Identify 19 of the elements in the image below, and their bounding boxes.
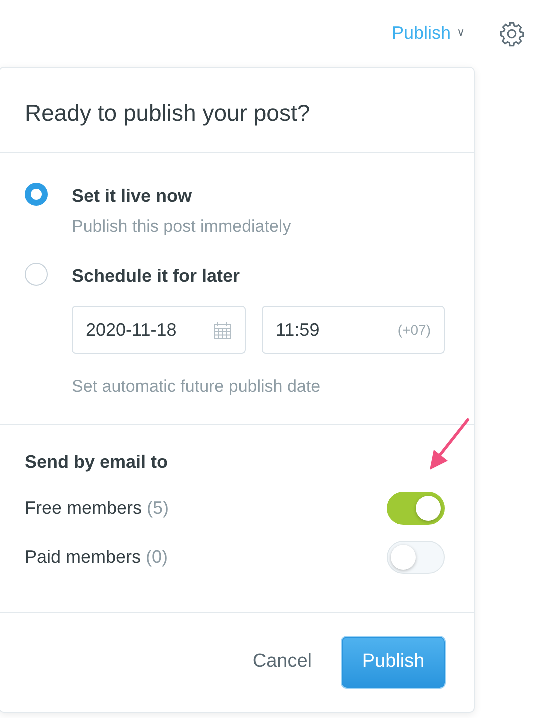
option-hint: Publish this post immediately	[72, 216, 292, 238]
calendar-icon	[213, 320, 232, 340]
publish-menu[interactable]: Publish ∨	[392, 20, 465, 47]
cancel-button[interactable]: Cancel	[246, 646, 318, 678]
time-field[interactable]: 11:59 (+07)	[262, 306, 445, 354]
timezone-label: (+07)	[398, 320, 431, 340]
option-label: Schedule it for later	[72, 265, 242, 288]
option-label: Set it live now	[72, 184, 194, 208]
recipient-label: Paid members (0)	[25, 546, 168, 569]
option-hint: Set automatic future publish date	[72, 376, 322, 398]
toggle-switch[interactable]	[387, 492, 445, 525]
radio-button[interactable]	[25, 182, 48, 206]
annotation-arrow	[428, 418, 472, 472]
dialog-title: Ready to publish your post?	[0, 68, 474, 153]
date-field[interactable]: 2020-11-18	[72, 306, 246, 354]
radio-button[interactable]	[25, 263, 48, 286]
settings-icon[interactable]	[499, 20, 525, 46]
recipient-label: Free members (5)	[25, 496, 170, 520]
section-heading: Send by email to	[25, 450, 170, 474]
